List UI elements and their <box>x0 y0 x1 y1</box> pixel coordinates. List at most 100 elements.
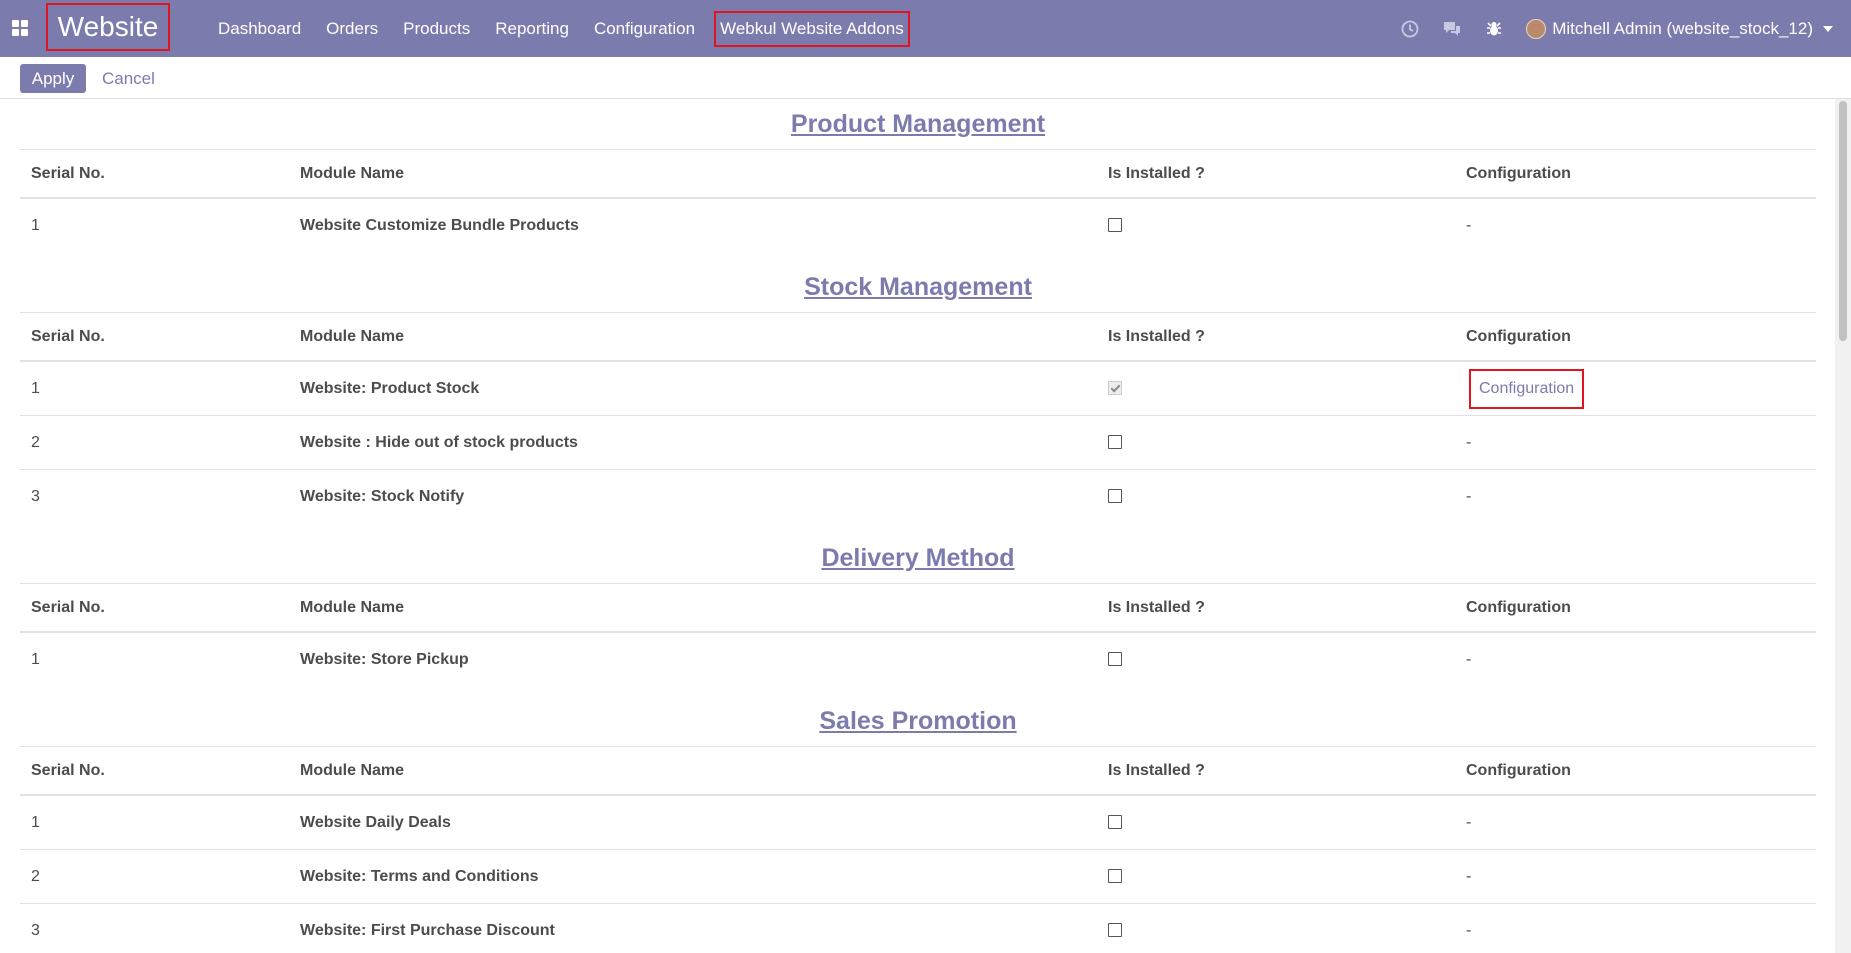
header-serial-no: Serial No. <box>20 746 289 796</box>
apply-button[interactable]: Apply <box>20 64 86 93</box>
installed-cell <box>1097 415 1455 470</box>
configuration-cell: Configuration <box>1455 361 1816 416</box>
configuration-cell: - <box>1455 849 1816 904</box>
module-name-cell: Website: First Purchase Discount <box>300 921 555 939</box>
clock-icon[interactable] <box>1400 19 1420 39</box>
table-header-row: Serial No. Module Name Is Installed ? Confi… <box>20 583 1816 633</box>
cancel-button[interactable]: Cancel <box>102 64 155 93</box>
header-configuration: Configuration <box>1455 149 1816 199</box>
serial-cell: 2 <box>20 415 289 470</box>
header-serial-no: Serial No. <box>20 149 289 199</box>
serial-cell: 1 <box>20 795 289 850</box>
serial-cell: 3 <box>31 921 40 939</box>
modules-table: Serial No. Module Name Is Installed ? Confi… <box>20 149 1816 252</box>
addons-content: Product Management Serial No. Module Name I… <box>0 99 1835 953</box>
caret-down-icon <box>1823 25 1833 32</box>
systray: Mitchell Admin (website_stock_12) <box>1400 0 1851 57</box>
configuration-placeholder: - <box>1466 921 1472 939</box>
configuration-link[interactable]: Configuration <box>1469 368 1585 409</box>
user-menu[interactable]: Mitchell Admin (website_stock_12) <box>1526 18 1833 39</box>
header-serial-no: Serial No. <box>20 312 289 362</box>
is-installed-checkbox <box>1108 381 1122 396</box>
serial-cell: 2 <box>20 849 289 904</box>
table-row: 1 Website: Store Pickup - <box>20 632 1816 686</box>
menu-dashboard[interactable]: Dashboard <box>218 19 301 39</box>
header-is-installed: Is Installed ? <box>1097 746 1455 796</box>
table-row: 3 Website: Stock Notify - <box>20 470 1816 524</box>
is-installed-checkbox[interactable] <box>1108 435 1122 450</box>
scrollbar-thumb[interactable] <box>1839 101 1847 341</box>
serial-cell: 1 <box>20 361 289 416</box>
configuration-cell: - <box>1455 632 1816 686</box>
menu-configuration[interactable]: Configuration <box>594 19 695 39</box>
user-name: Mitchell Admin (website_stock_12) <box>1552 18 1813 38</box>
section-title: Delivery Method <box>821 544 1015 572</box>
header-module-name: Module Name <box>289 746 1097 796</box>
menu-webkul-website-addons[interactable]: Webkul Website Addons <box>714 10 910 47</box>
table-row: 1 Website Daily Deals - <box>20 795 1816 850</box>
header-module-name: Module Name <box>289 149 1097 199</box>
installed-cell <box>1097 361 1455 416</box>
avatar <box>1526 18 1547 39</box>
is-installed-checkbox[interactable] <box>1108 489 1122 504</box>
top-navbar: Website Dashboard Orders Products Report… <box>0 0 1851 57</box>
serial-cell: 1 <box>31 650 40 668</box>
section-title: Sales Promotion <box>819 707 1017 735</box>
serial-cell: 3 <box>31 487 40 505</box>
configuration-cell: - <box>1455 198 1816 252</box>
installed-cell <box>1097 632 1455 686</box>
menu-products[interactable]: Products <box>403 19 470 39</box>
is-installed-checkbox[interactable] <box>1108 218 1122 233</box>
table-row: 1 Website: Product Stock Configuration <box>20 361 1816 416</box>
serial-cell: 1 <box>31 216 40 234</box>
configuration-placeholder: - <box>1466 216 1472 234</box>
menu-orders[interactable]: Orders <box>326 19 378 39</box>
configuration-placeholder: - <box>1466 487 1472 505</box>
app-brand[interactable]: Website <box>46 3 170 51</box>
header-configuration: Configuration <box>1455 746 1816 796</box>
installed-cell <box>1097 904 1455 953</box>
module-name-cell: Website: Store Pickup <box>300 650 469 668</box>
header-is-installed: Is Installed ? <box>1097 583 1455 633</box>
module-name-cell: Website: Stock Notify <box>300 487 465 505</box>
configuration-cell: - <box>1455 470 1816 524</box>
apps-grid-icon[interactable] <box>12 20 28 36</box>
module-name-cell: Website: Product Stock <box>289 361 1097 416</box>
configuration-placeholder: - <box>1466 650 1472 668</box>
section-title: Stock Management <box>804 273 1032 301</box>
table-header-row: Serial No. Module Name Is Installed ? Confi… <box>20 149 1816 199</box>
configuration-placeholder: - <box>1466 867 1472 885</box>
module-name-cell: Website Customize Bundle Products <box>300 216 579 234</box>
configuration-cell: - <box>1455 904 1816 953</box>
main-menu: Dashboard Orders Products Reporting Conf… <box>218 0 935 57</box>
installed-cell <box>1097 198 1455 252</box>
control-panel: Apply Cancel <box>0 57 1851 99</box>
table-header-row: Serial No. Module Name Is Installed ? Confi… <box>20 746 1816 796</box>
section-title: Product Management <box>790 110 1046 138</box>
table-row: 1 Website Customize Bundle Products - <box>20 198 1816 252</box>
configuration-placeholder: - <box>1466 813 1472 831</box>
modules-table: Serial No. Module Name Is Installed ? Confi… <box>20 746 1816 953</box>
is-installed-checkbox[interactable] <box>1108 923 1122 938</box>
table-header-row: Serial No. Module Name Is Installed ? Confi… <box>20 312 1816 362</box>
header-module-name: Module Name <box>289 583 1097 633</box>
bug-icon[interactable] <box>1484 19 1504 39</box>
menu-reporting[interactable]: Reporting <box>495 19 569 39</box>
modules-table: Serial No. Module Name Is Installed ? Confi… <box>20 583 1816 686</box>
table-row: 2 Website : Hide out of stock products - <box>20 415 1816 470</box>
is-installed-checkbox[interactable] <box>1108 869 1122 884</box>
header-module-name: Module Name <box>289 312 1097 362</box>
is-installed-checkbox[interactable] <box>1108 652 1122 667</box>
configuration-placeholder: - <box>1466 433 1472 451</box>
chat-icon[interactable] <box>1442 19 1462 39</box>
header-serial-no: Serial No. <box>20 583 289 633</box>
is-installed-checkbox[interactable] <box>1108 815 1122 830</box>
table-row: 2 Website: Terms and Conditions - <box>20 849 1816 904</box>
vertical-scrollbar[interactable] <box>1835 99 1851 953</box>
table-row: 3 Website: First Purchase Discount - <box>20 904 1816 953</box>
configuration-cell: - <box>1455 415 1816 470</box>
module-name-cell: Website Daily Deals <box>289 795 1097 850</box>
